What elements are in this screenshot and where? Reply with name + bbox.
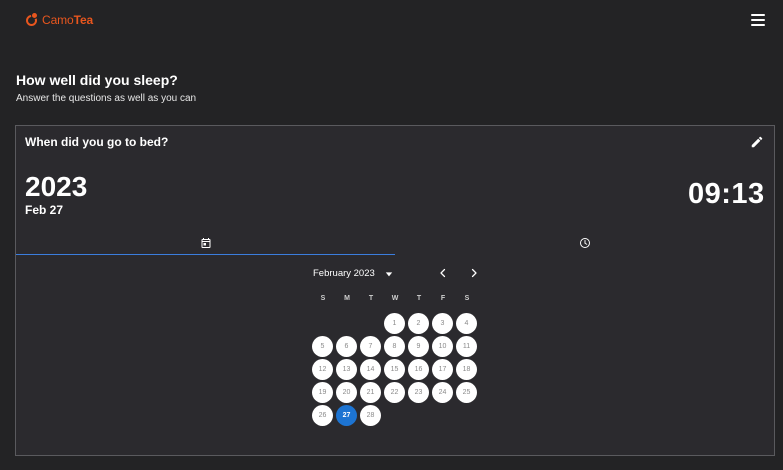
calendar-day[interactable]: 3 <box>432 313 453 334</box>
hamburger-menu-icon[interactable] <box>751 14 765 26</box>
calendar-day[interactable]: 4 <box>456 313 477 334</box>
calendar-day-selected[interactable]: 27 <box>336 405 357 426</box>
clock-icon <box>579 238 590 248</box>
calendar-day[interactable]: 20 <box>336 382 357 403</box>
calendar-day[interactable]: 21 <box>360 382 381 403</box>
selected-date[interactable]: Feb 27 <box>25 203 63 217</box>
top-bar: CamoTea <box>0 0 783 44</box>
weekday-label: W <box>391 295 399 302</box>
calendar-day[interactable]: 10 <box>432 336 453 357</box>
weekday-label: S <box>320 295 326 302</box>
calendar-day[interactable]: 23 <box>408 382 429 403</box>
calendar-day[interactable]: 11 <box>456 336 477 357</box>
calendar-day[interactable]: 26 <box>312 405 333 426</box>
selected-year[interactable]: 2023 <box>25 171 87 203</box>
calendar-day[interactable]: 19 <box>312 382 333 403</box>
page-subtitle: Answer the questions as well as you can <box>16 93 197 104</box>
weekday-label: M <box>344 295 350 302</box>
calendar-day[interactable]: 18 <box>456 359 477 380</box>
logo-text-bold: Tea <box>73 13 94 27</box>
pencil-icon[interactable] <box>750 135 764 149</box>
logo-text-primary: Camo <box>42 13 74 27</box>
calendar-day[interactable]: 28 <box>360 405 381 426</box>
tab-date[interactable] <box>16 231 395 255</box>
calendar-day[interactable]: 22 <box>384 382 405 403</box>
caret-down-icon[interactable] <box>385 270 393 278</box>
calendar-icon <box>201 237 210 248</box>
weekday-label: T <box>368 295 374 302</box>
camotea-logo[interactable]: CamoTea <box>25 12 93 28</box>
calendar-day[interactable]: 7 <box>360 336 381 357</box>
page-title: How well did you sleep? <box>16 72 178 88</box>
calendar-day[interactable]: 12 <box>312 359 333 380</box>
chevron-right-icon[interactable] <box>468 267 480 279</box>
calendar-day[interactable]: 8 <box>384 336 405 357</box>
calendar-day[interactable]: 15 <box>384 359 405 380</box>
tab-time[interactable] <box>395 231 774 255</box>
calendar-day[interactable]: 1 <box>384 313 405 334</box>
calendar-day[interactable]: 17 <box>432 359 453 380</box>
calendar-day[interactable]: 6 <box>336 336 357 357</box>
weekday-label: T <box>416 295 422 302</box>
calendar-day[interactable]: 5 <box>312 336 333 357</box>
calendar-day[interactable]: 13 <box>336 359 357 380</box>
selected-time[interactable]: 09:13 <box>688 177 765 211</box>
calendar-day[interactable]: 14 <box>360 359 381 380</box>
question-title: When did you go to bed? <box>25 135 169 149</box>
logo-mark-icon <box>25 12 40 28</box>
calendar-day[interactable]: 24 <box>432 382 453 403</box>
calendar-day[interactable]: 16 <box>408 359 429 380</box>
calendar-day[interactable]: 2 <box>408 313 429 334</box>
weekday-label: F <box>440 295 446 302</box>
bedtime-question-card: When did you go to bed? 2023 Feb 27 09:1… <box>15 125 775 456</box>
chevron-left-icon[interactable] <box>437 267 449 279</box>
logo-text: CamoTea <box>42 13 93 27</box>
calendar-day[interactable]: 25 <box>456 382 477 403</box>
weekday-label: S <box>464 295 470 302</box>
month-year-label[interactable]: February 2023 <box>313 268 375 279</box>
calendar-day[interactable]: 9 <box>408 336 429 357</box>
picker-tabs <box>16 231 774 255</box>
calendar-header: February 2023 <box>313 266 493 282</box>
